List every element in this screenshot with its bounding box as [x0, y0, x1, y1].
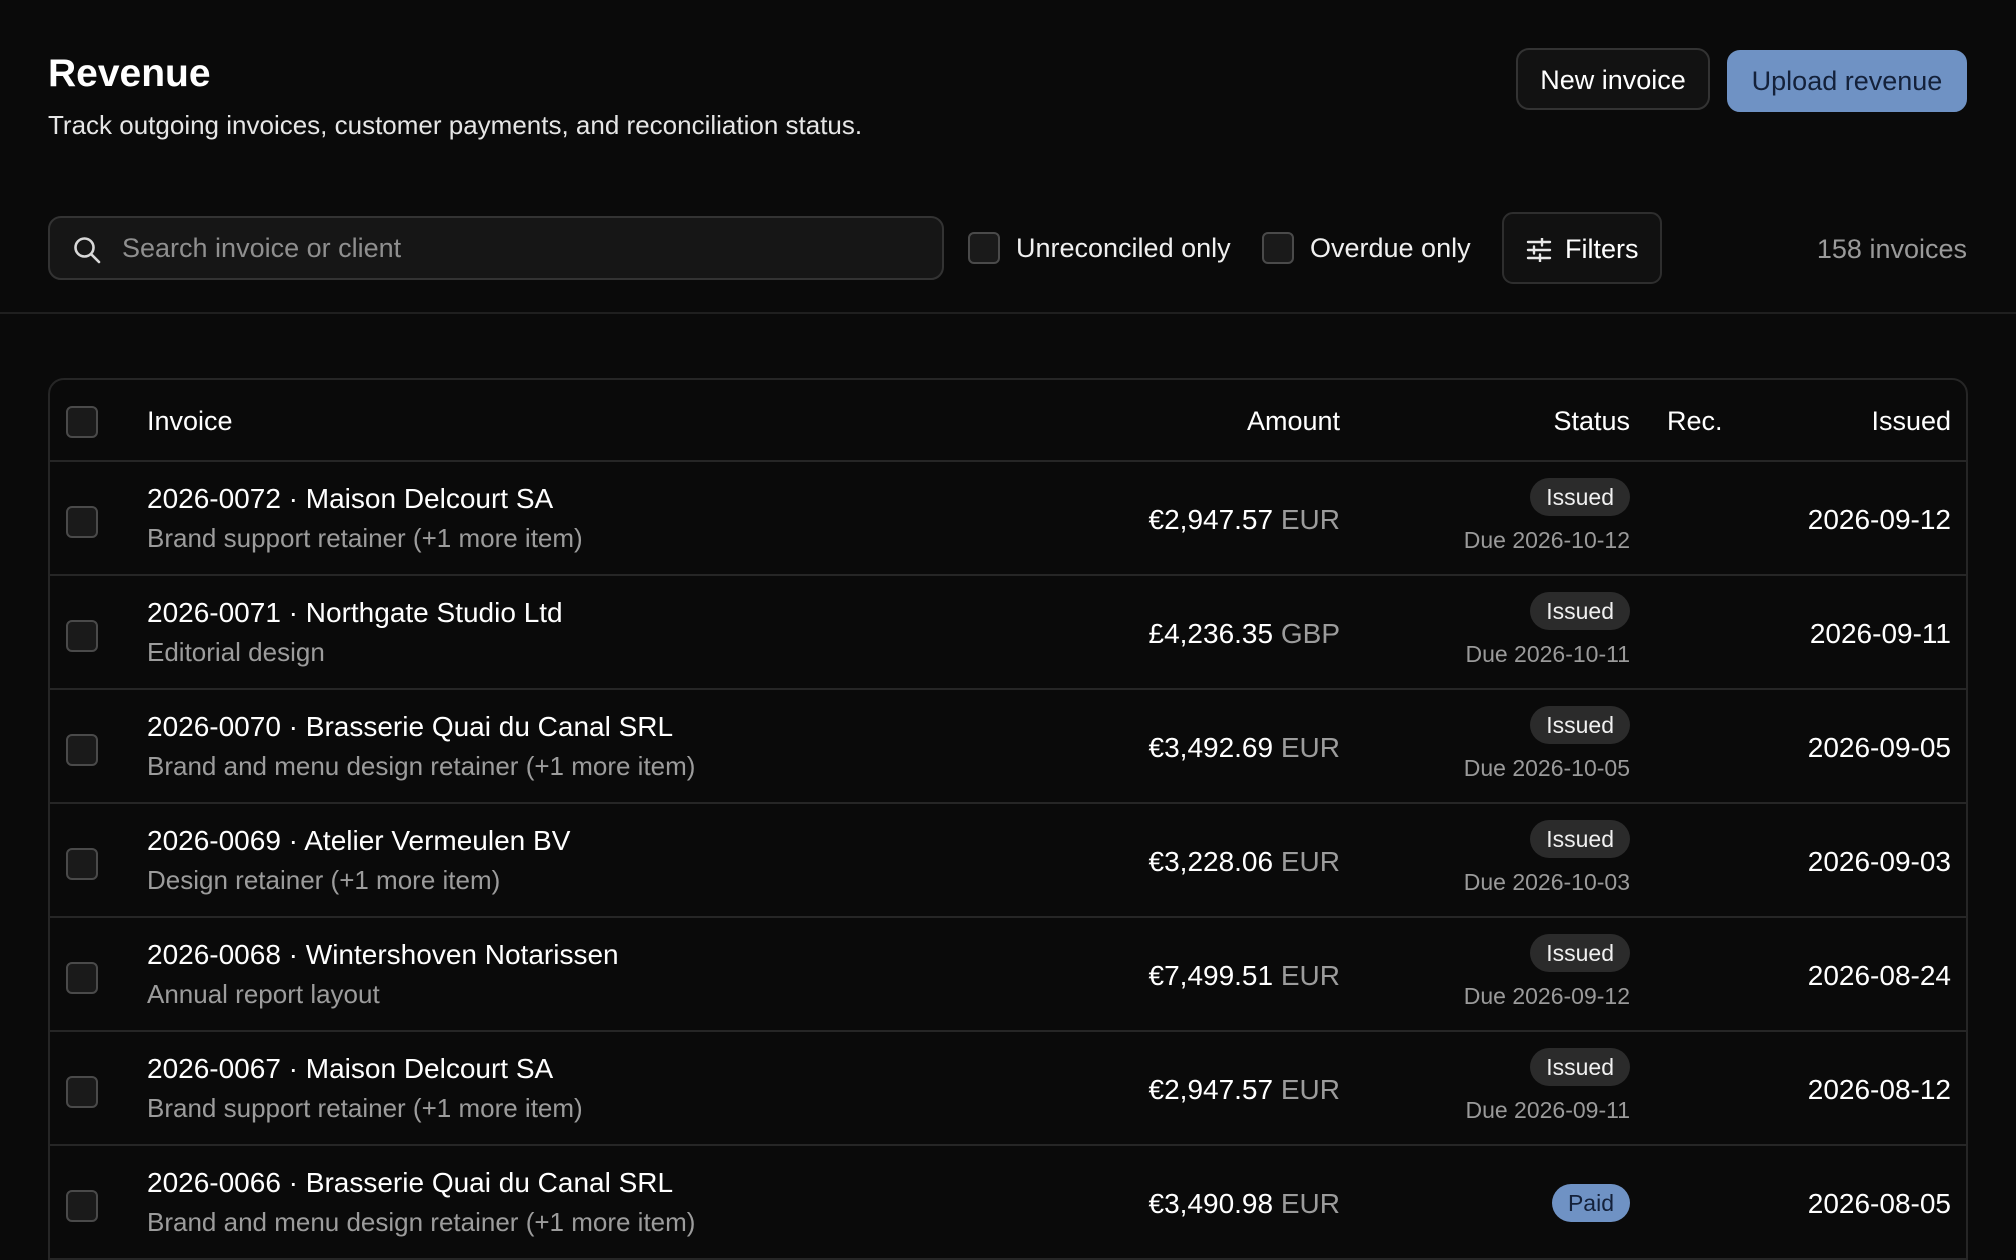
page-title: Revenue — [48, 52, 211, 95]
invoice-amount: €3,228.06 EUR — [1149, 845, 1340, 879]
issued-date: 2026-09-12 — [1807, 504, 1951, 535]
amount-currency: EUR — [1280, 960, 1340, 991]
invoice-title[interactable]: 2026-0067 · Maison Delcourt SA — [147, 1052, 553, 1086]
amount-currency: GBP — [1280, 618, 1340, 649]
invoice-description: Brand support retainer (+1 more item) — [147, 1093, 583, 1123]
amount-value: €7,499.51 — [1148, 960, 1274, 991]
invoice-title[interactable]: 2026-0071 · Northgate Studio Ltd — [147, 596, 563, 630]
header-amount[interactable]: Amount — [1247, 404, 1340, 438]
invoice-title[interactable]: 2026-0068 · Wintershoven Notarissen — [147, 938, 619, 972]
sliders-icon — [1526, 238, 1552, 262]
issued-date: 2026-09-03 — [1807, 846, 1951, 877]
due-date: Due 2026-09-12 — [1463, 983, 1630, 1009]
invoice-description: Brand support retainer (+1 more item) — [147, 523, 583, 553]
invoice-amount: €7,499.51 EUR — [1149, 959, 1340, 993]
invoice-title[interactable]: 2026-0072 · Maison Delcourt SA — [147, 482, 553, 516]
due-date: Due 2026-10-11 — [1465, 641, 1630, 667]
issued-date: 2026-08-12 — [1807, 1074, 1951, 1105]
unreconciled-only-label[interactable]: Unreconciled only — [1016, 231, 1231, 265]
issued-date: 2026-08-24 — [1807, 960, 1951, 991]
status-badge: Issued — [1530, 592, 1630, 630]
row-checkbox[interactable] — [66, 734, 98, 766]
table-row[interactable]: 2026-0070 · Brasserie Quai du Canal SRL B… — [50, 690, 1966, 804]
amount-value: €3,490.98 — [1148, 1188, 1274, 1219]
row-checkbox[interactable] — [66, 506, 98, 538]
amount-value: £4,236.35 — [1148, 618, 1274, 649]
status-badge: Issued — [1530, 706, 1630, 744]
amount-value: €2,947.57 — [1148, 504, 1274, 535]
header-invoice[interactable]: Invoice — [147, 404, 233, 438]
amount-value: €3,492.69 — [1148, 732, 1274, 763]
due-date: Due 2026-10-12 — [1463, 527, 1630, 553]
new-invoice-button[interactable]: New invoice — [1516, 48, 1710, 110]
row-checkbox[interactable] — [66, 848, 98, 880]
search-box[interactable] — [48, 216, 944, 280]
table-row[interactable]: 2026-0066 · Brasserie Quai du Canal SRL B… — [50, 1146, 1966, 1260]
select-all-checkbox[interactable] — [66, 406, 98, 438]
due-date: Due 2026-09-11 — [1465, 1097, 1630, 1123]
toolbar: Unreconciled only Overdue only Filters 1… — [0, 212, 2016, 314]
invoice-description: Annual report layout — [147, 979, 380, 1009]
invoice-count: 158 invoices — [1816, 234, 1967, 264]
amount-value: €2,947.57 — [1148, 1074, 1274, 1105]
invoice-amount: €3,490.98 EUR — [1149, 1187, 1340, 1221]
overdue-only-label[interactable]: Overdue only — [1310, 231, 1471, 265]
upload-revenue-button[interactable]: Upload revenue — [1727, 50, 1967, 112]
header-issued[interactable]: Issued — [1871, 404, 1951, 438]
issued-date: 2026-08-05 — [1807, 1188, 1951, 1219]
invoice-description: Brand and menu design retainer (+1 more … — [147, 751, 696, 781]
invoice-title[interactable]: 2026-0066 · Brasserie Quai du Canal SRL — [147, 1166, 673, 1200]
filters-button[interactable]: Filters — [1502, 212, 1662, 284]
invoice-description: Design retainer (+1 more item) — [147, 865, 501, 895]
invoice-title[interactable]: 2026-0069 · Atelier Vermeulen BV — [147, 824, 570, 858]
status-badge: Paid — [1551, 1184, 1630, 1222]
row-checkbox[interactable] — [66, 962, 98, 994]
issued-date: 2026-09-05 — [1807, 732, 1951, 763]
amount-currency: EUR — [1280, 504, 1340, 535]
invoice-amount: €2,947.57 EUR — [1149, 1073, 1340, 1107]
invoice-title[interactable]: 2026-0070 · Brasserie Quai du Canal SRL — [147, 710, 673, 744]
status-badge: Issued — [1530, 820, 1630, 858]
status-badge: Issued — [1530, 478, 1630, 516]
invoice-amount: £4,236.35 GBP — [1149, 617, 1341, 651]
search-icon — [74, 237, 101, 264]
status-badge: Issued — [1530, 1048, 1630, 1086]
table-header: Invoice Amount Status Rec. Issued — [50, 380, 1966, 462]
invoice-amount: €2,947.57 EUR — [1149, 503, 1340, 537]
row-checkbox[interactable] — [66, 1076, 98, 1108]
row-checkbox[interactable] — [66, 620, 98, 652]
due-date: Due 2026-10-03 — [1463, 869, 1630, 895]
overdue-only-checkbox[interactable] — [1262, 232, 1294, 264]
due-date: Due 2026-10-05 — [1463, 755, 1630, 781]
table-row[interactable]: 2026-0071 · Northgate Studio Ltd Editoria… — [50, 576, 1966, 690]
amount-currency: EUR — [1280, 1188, 1340, 1219]
page-header: Revenue Track outgoing invoices, custome… — [48, 50, 862, 142]
row-checkbox[interactable] — [66, 1190, 98, 1222]
invoice-description: Brand and menu design retainer (+1 more … — [147, 1207, 696, 1237]
table-row[interactable]: 2026-0067 · Maison Delcourt SA Brand supp… — [50, 1032, 1966, 1146]
status-badge: Issued — [1530, 934, 1630, 972]
amount-value: €3,228.06 — [1148, 846, 1274, 877]
table-row[interactable]: 2026-0068 · Wintershoven Notarissen Annua… — [50, 918, 1966, 1032]
amount-currency: EUR — [1280, 732, 1340, 763]
header-reconciled[interactable]: Rec. — [1667, 404, 1723, 438]
unreconciled-only-checkbox[interactable] — [968, 232, 1000, 264]
invoices-table: Invoice Amount Status Rec. Issued 2026-0… — [48, 378, 1968, 1260]
header-status[interactable]: Status — [1553, 404, 1630, 438]
search-input[interactable] — [122, 218, 922, 278]
issued-date: 2026-09-11 — [1809, 618, 1951, 649]
table-row[interactable]: 2026-0069 · Atelier Vermeulen BV Design r… — [50, 804, 1966, 918]
page-subtitle: Track outgoing invoices, customer paymen… — [48, 110, 863, 140]
amount-currency: EUR — [1280, 1074, 1340, 1105]
table-row[interactable]: 2026-0072 · Maison Delcourt SA Brand supp… — [50, 462, 1966, 576]
invoice-amount: €3,492.69 EUR — [1149, 731, 1340, 765]
amount-currency: EUR — [1280, 846, 1340, 877]
invoice-description: Editorial design — [147, 637, 325, 667]
filters-label: Filters — [1565, 234, 1639, 264]
